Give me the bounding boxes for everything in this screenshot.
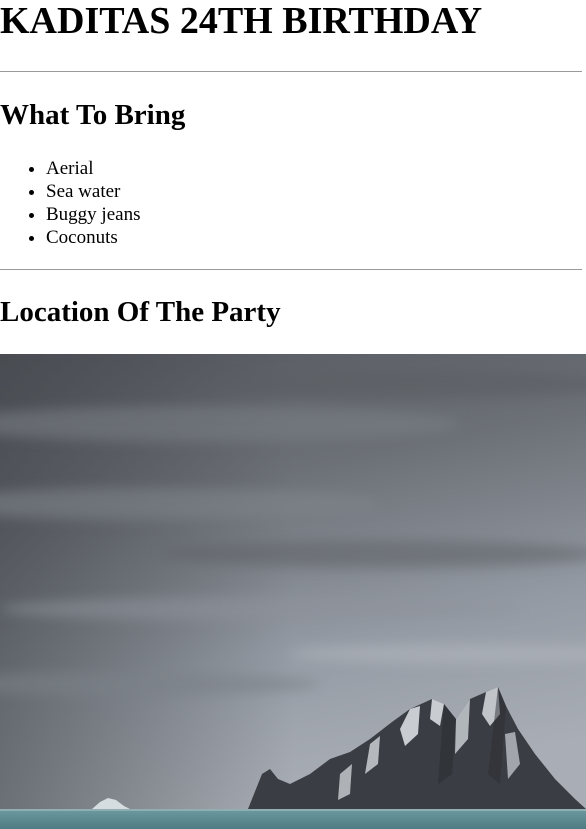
list-item: Coconuts: [46, 226, 140, 249]
list-item: Buggy jeans: [46, 203, 140, 226]
divider: [0, 269, 582, 270]
page-title: KADITAS 24TH BIRTHDAY: [0, 0, 483, 42]
divider: [0, 71, 582, 72]
bring-list: Aerial Sea water Buggy jeans Coconuts: [0, 157, 140, 249]
list-item: Sea water: [46, 180, 140, 203]
location-heading: Location Of The Party: [0, 296, 281, 328]
location-photo: [0, 354, 586, 829]
list-item: Aerial: [46, 157, 140, 180]
what-to-bring-heading: What To Bring: [0, 99, 186, 131]
